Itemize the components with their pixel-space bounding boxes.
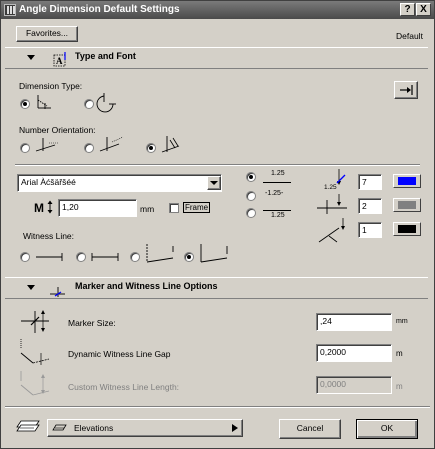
chevron-down-icon bbox=[210, 181, 218, 185]
witness-gap-value: 0,2000 bbox=[320, 347, 346, 357]
font-dropdown-button[interactable] bbox=[207, 176, 221, 190]
layer-select-button[interactable]: Elevations bbox=[47, 419, 243, 437]
custom-length-unit: m bbox=[396, 382, 403, 391]
dimension-type-label: Dimension Type: bbox=[19, 81, 83, 91]
linear-angle-icon bbox=[37, 95, 51, 109]
dialog-window: Angle Dimension Default Settings ? X Fav… bbox=[0, 0, 435, 449]
witness-short-radio[interactable] bbox=[76, 252, 86, 262]
marker-size-value: ,24 bbox=[320, 316, 332, 326]
close-button[interactable]: X bbox=[416, 3, 431, 16]
witness-none-icon bbox=[36, 253, 63, 261]
frame-checkbox[interactable] bbox=[169, 203, 179, 213]
frame-label: Frame bbox=[183, 202, 211, 213]
chevron-right-icon bbox=[232, 424, 238, 432]
number-orientation-label: Number Orientation: bbox=[19, 125, 96, 135]
separator bbox=[15, 164, 420, 166]
collapse-triangle-icon[interactable] bbox=[27, 55, 35, 60]
witness-custom-radio[interactable] bbox=[184, 252, 194, 262]
orientation-aligned-radio[interactable] bbox=[84, 143, 94, 153]
arrow-right-icon bbox=[400, 85, 413, 95]
type-font-icon: A bbox=[53, 52, 66, 67]
text-size-value: 1,20 bbox=[62, 202, 79, 212]
font-select[interactable]: Arial Àćšäřšéé bbox=[17, 174, 222, 192]
type-font-title: Type and Font bbox=[75, 51, 136, 61]
cancel-button[interactable]: Cancel bbox=[279, 419, 341, 439]
svg-text:1.25: 1.25 bbox=[324, 184, 337, 191]
text-size-unit: mm bbox=[140, 204, 155, 214]
marker-size-icon bbox=[21, 310, 49, 333]
witness-custom-icon bbox=[200, 244, 228, 263]
text-pen-color-button[interactable] bbox=[393, 174, 421, 188]
custom-length-value: 0,0000 bbox=[320, 379, 346, 389]
number-inline-sample: -1.25- bbox=[265, 190, 284, 197]
text-size-icon: M bbox=[34, 200, 53, 215]
marker-size-unit: mm bbox=[396, 318, 408, 325]
arc-angle-icon bbox=[96, 93, 116, 113]
orientation-horizontal-icon bbox=[35, 138, 59, 152]
layer-stack-icon bbox=[52, 424, 67, 431]
witness-line-pen-input[interactable]: 1 bbox=[358, 222, 382, 238]
marker-size-label: Marker Size: bbox=[68, 318, 116, 328]
svg-text:A: A bbox=[56, 56, 63, 66]
text-pen-input[interactable]: 7 bbox=[358, 174, 382, 190]
witness-gap-input[interactable]: 0,2000 bbox=[316, 344, 392, 362]
orientation-aligned-icon bbox=[99, 136, 124, 152]
dimension-line-pen-input[interactable]: 2 bbox=[358, 198, 382, 214]
witness-line-pen-icon bbox=[318, 218, 345, 243]
collapse-triangle-icon[interactable] bbox=[27, 285, 35, 290]
layer-value: Elevations bbox=[74, 423, 114, 433]
window-title: Angle Dimension Default Settings bbox=[19, 4, 180, 15]
app-icon bbox=[4, 4, 16, 16]
witness-line-pen-color-button[interactable] bbox=[393, 222, 421, 236]
text-pen-icon: 1.25 bbox=[324, 169, 346, 191]
dimension-line-pen-swatch bbox=[398, 201, 416, 209]
footer-separator bbox=[5, 406, 430, 408]
layer-icon bbox=[16, 420, 40, 432]
help-button[interactable]: ? bbox=[400, 3, 415, 16]
number-below-sample: 1.25 bbox=[271, 212, 285, 219]
default-label: Default bbox=[396, 31, 423, 41]
marker-section-icon bbox=[50, 287, 65, 297]
witness-line-pen-swatch bbox=[398, 225, 416, 233]
dimension-line-pen-value: 2 bbox=[362, 201, 367, 211]
orientation-radial-radio[interactable] bbox=[146, 143, 156, 153]
svg-text:M: M bbox=[34, 201, 44, 215]
number-inline-radio[interactable] bbox=[246, 191, 256, 201]
text-pen-value: 7 bbox=[362, 177, 367, 187]
type-font-panel-header[interactable]: A Type and Font bbox=[5, 47, 428, 69]
text-pen-swatch bbox=[398, 177, 416, 185]
number-below-radio[interactable] bbox=[246, 208, 256, 218]
witness-gap-label: Dynamic Witness Line Gap bbox=[68, 349, 171, 359]
text-size-input[interactable]: 1,20 bbox=[58, 199, 137, 217]
sample-line bbox=[263, 210, 291, 211]
marker-panel-title: Marker and Witness Line Options bbox=[75, 281, 218, 291]
dimension-type-linear-radio[interactable] bbox=[20, 99, 30, 109]
arrow-in-button[interactable] bbox=[394, 81, 418, 99]
font-value: Arial Àćšäřšéé bbox=[21, 177, 76, 187]
witness-dynamic-icon bbox=[146, 244, 174, 263]
witness-short-icon bbox=[91, 253, 119, 261]
custom-length-icon bbox=[20, 371, 50, 396]
witness-none-radio[interactable] bbox=[20, 252, 30, 262]
dimension-line-pen-color-button[interactable] bbox=[393, 198, 421, 212]
orientation-horizontal-radio[interactable] bbox=[20, 143, 30, 153]
witness-dynamic-radio[interactable] bbox=[130, 252, 140, 262]
custom-length-label: Custom Witness Line Length: bbox=[68, 382, 180, 392]
favorites-button[interactable]: Favorites... bbox=[16, 26, 78, 42]
dimension-type-arc-radio[interactable] bbox=[84, 99, 94, 109]
marker-size-input[interactable]: ,24 bbox=[316, 313, 392, 331]
marker-panel-header[interactable]: Marker and Witness Line Options bbox=[5, 277, 428, 299]
title-bar[interactable]: Angle Dimension Default Settings ? X bbox=[1, 1, 434, 19]
sample-line bbox=[263, 182, 291, 183]
dimension-line-pen-icon bbox=[317, 194, 347, 214]
number-above-sample: 1.25 bbox=[271, 170, 285, 177]
custom-length-input[interactable]: 0,0000 bbox=[316, 376, 392, 394]
orientation-radial-icon bbox=[161, 136, 180, 153]
number-above-radio[interactable] bbox=[246, 172, 256, 182]
witness-line-pen-value: 1 bbox=[362, 225, 367, 235]
ok-button[interactable]: OK bbox=[356, 419, 418, 439]
witness-gap-unit: m bbox=[396, 349, 403, 358]
witness-gap-icon bbox=[20, 339, 50, 365]
witness-line-label: Witness Line: bbox=[23, 231, 75, 241]
